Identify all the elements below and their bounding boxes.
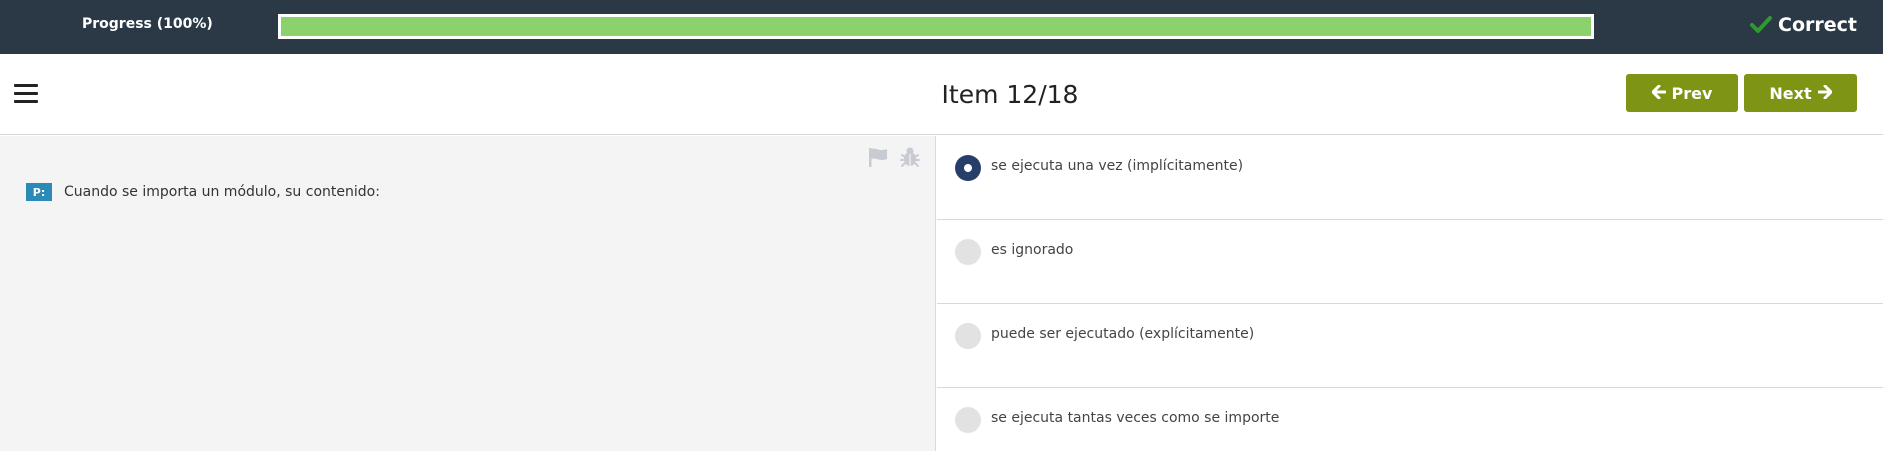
radio-button[interactable] [955,323,981,349]
prev-button[interactable]: Prev [1626,74,1738,112]
question-text: Cuando se importa un módulo, su contenid… [64,184,380,200]
radio-button[interactable] [955,407,981,433]
answer-option-label: puede ser ejecutado (explícitamente) [991,326,1255,342]
status-indicator: Correct [1750,14,1857,36]
progress-bar [278,14,1594,39]
next-button-label: Next [1769,83,1812,103]
prev-button-label: Prev [1671,83,1713,103]
answer-option[interactable]: se ejecuta tantas veces como se importe [937,388,1883,472]
answer-option[interactable]: es ignorado [937,220,1883,304]
item-counter: Item 12/18 [941,80,1079,109]
question-badge: P: [26,183,52,201]
progress-header: Progress (100%) Correct [0,0,1883,54]
progress-bar-fill [281,17,1591,36]
bug-icon[interactable] [898,146,922,168]
answer-option-label: se ejecuta tantas veces como se importe [991,410,1280,426]
next-button[interactable]: Next [1744,74,1857,112]
question: P: Cuando se importa un módulo, su conte… [26,183,380,201]
answer-option-label: se ejecuta una vez (implícitamente) [991,158,1244,174]
question-panel: P: Cuando se importa un módulo, su conte… [0,136,936,451]
answer-option[interactable]: puede ser ejecutado (explícitamente) [937,304,1883,388]
answer-option[interactable]: se ejecuta una vez (implícitamente) [937,136,1883,220]
answer-option-label: es ignorado [991,242,1074,258]
checkmark-icon [1750,16,1773,34]
radio-button[interactable] [955,239,981,265]
flag-icon[interactable] [866,146,890,168]
progress-label: Progress (100%) [82,16,213,32]
arrow-right-icon [1817,84,1833,103]
answer-options: se ejecuta una vez (implícitamente) es i… [937,136,1883,451]
status-label: Correct [1778,14,1857,36]
radio-button[interactable] [955,155,981,181]
item-header: Item 12/18 Prev Next [0,54,1883,135]
arrow-left-icon [1651,84,1667,103]
